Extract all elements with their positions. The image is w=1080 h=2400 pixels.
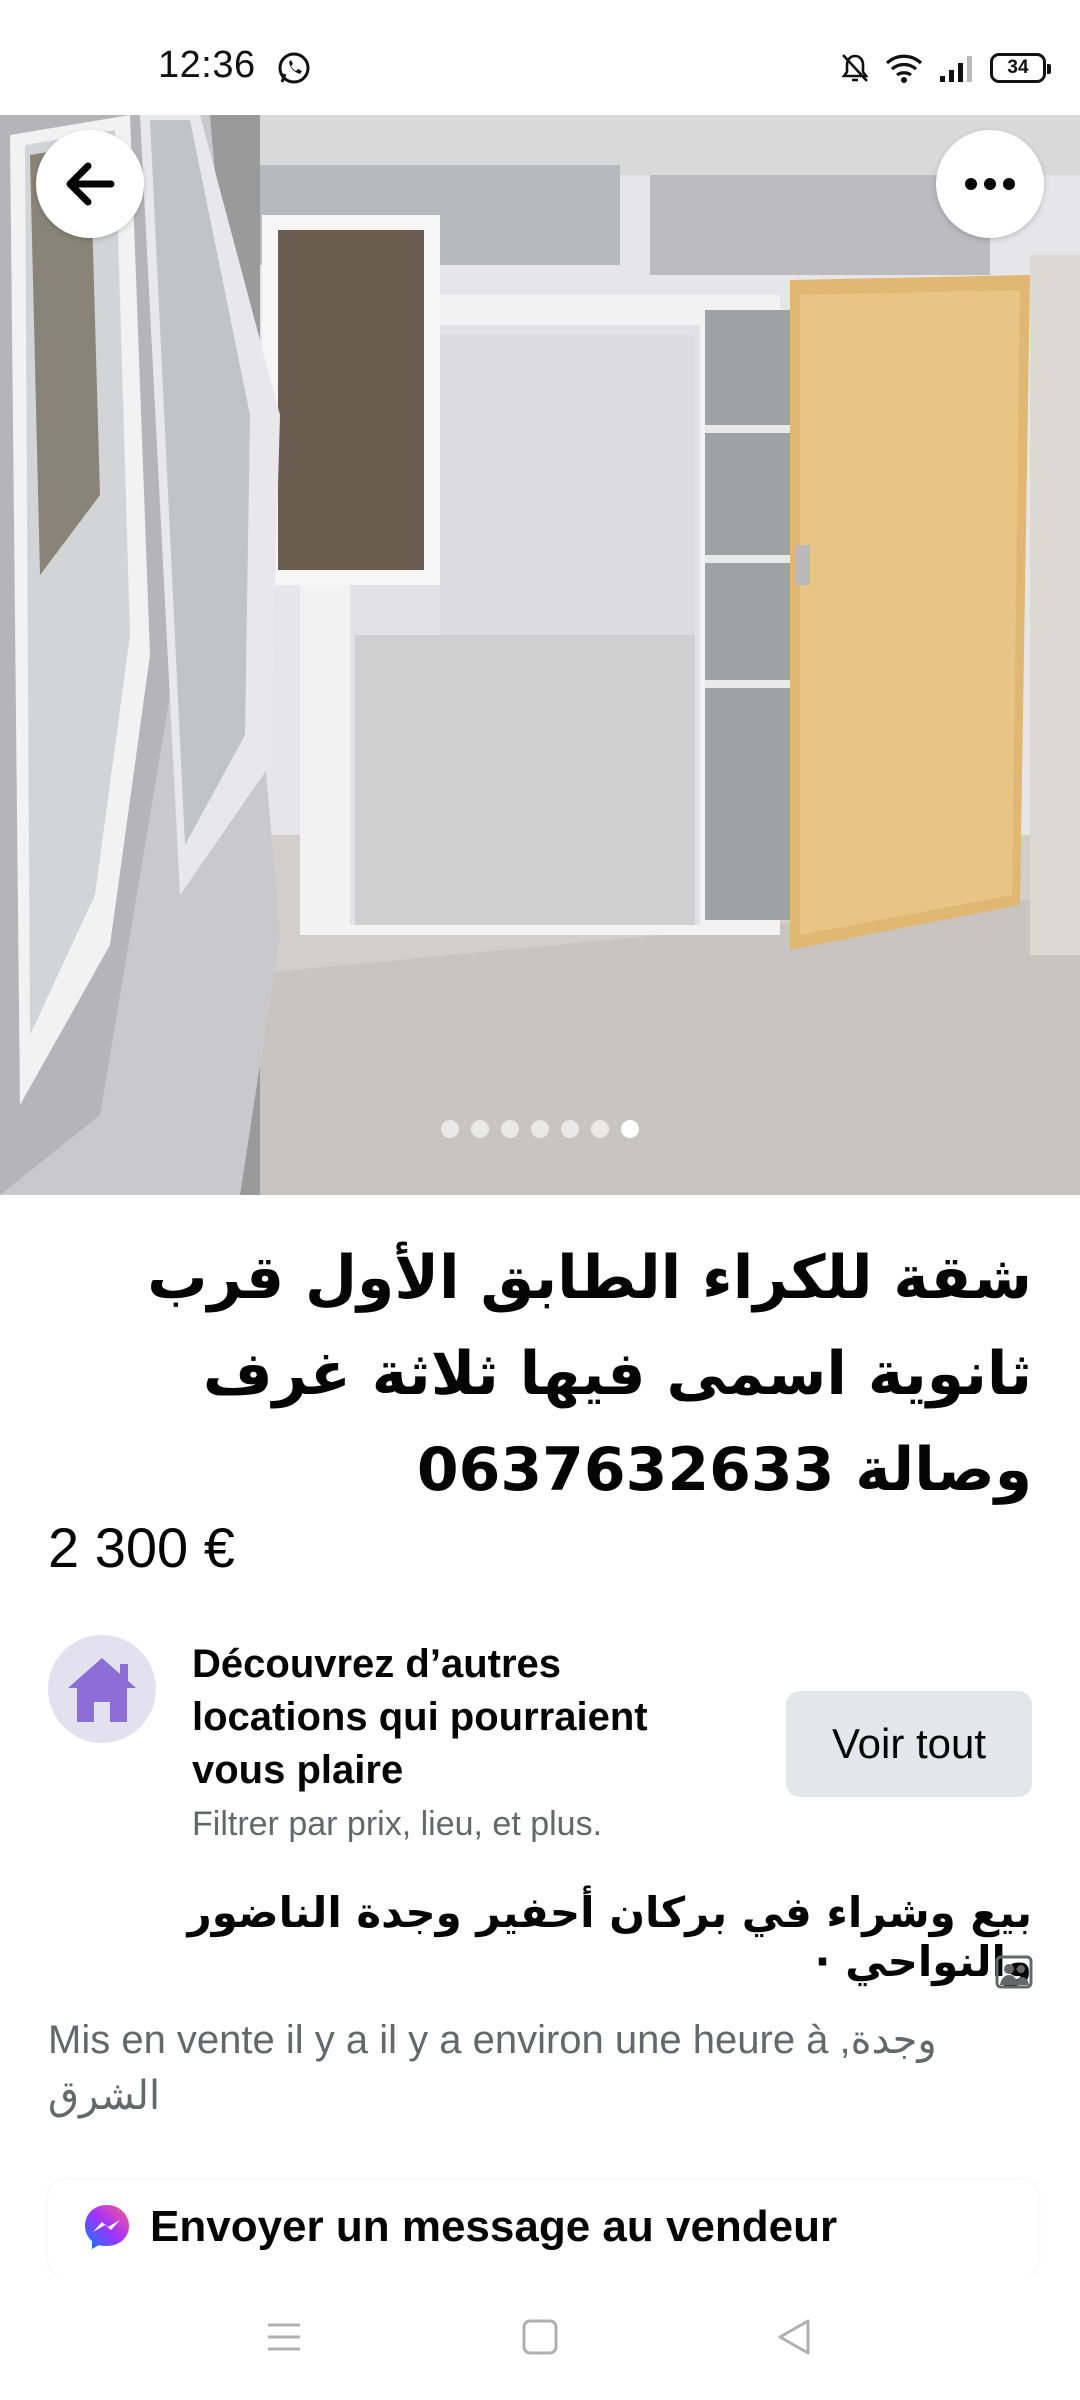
listing-price: 2 300 € [48, 1516, 235, 1579]
listing-title: شقة للكراء الطابق الأول قرب ثانوية اسمى … [147, 1243, 1032, 1505]
status-time: 12:36 [158, 44, 256, 86]
listing-photo[interactable] [0, 115, 1080, 1195]
group-name[interactable]: بيع وشراء في بركان أحفير وجدة الناضور وا… [32, 1888, 1032, 1986]
photo-pagination [0, 1120, 1080, 1138]
discover-subtitle: Filtrer par prix, lieu, et plus. [192, 1805, 603, 1843]
group-icon [995, 1955, 1033, 1989]
message-seller-button[interactable]: Envoyer un message au vendeur [48, 2180, 1038, 2276]
pagination-dot[interactable] [471, 1120, 489, 1138]
battery-level: 34 [1007, 57, 1029, 78]
messenger-icon [85, 2205, 129, 2249]
mute-notifications-icon [841, 54, 869, 82]
see-all-button[interactable]: Voir tout [786, 1691, 1032, 1797]
apartment-room-image [0, 115, 1080, 1195]
whatsapp-icon [278, 52, 310, 84]
discover-card: Découvrez d’autres locations qui pourrai… [48, 1632, 1032, 1852]
house-avatar [48, 1635, 156, 1743]
house-icon [68, 1658, 136, 1722]
pagination-dot[interactable] [591, 1120, 609, 1138]
system-nav-bar [0, 2275, 1080, 2400]
status-bar: 12:36 34 [0, 0, 1080, 115]
message-seller-label: Envoyer un message au vendeur [150, 2202, 838, 2251]
home-icon[interactable] [518, 2315, 562, 2359]
pagination-dot[interactable] [501, 1120, 519, 1138]
discover-title: Découvrez d’autres locations qui pourrai… [192, 1642, 648, 1792]
more-options-button[interactable] [936, 130, 1044, 238]
back-button[interactable] [36, 130, 144, 238]
pagination-dot[interactable] [531, 1120, 549, 1138]
wifi-icon [885, 54, 923, 83]
battery-icon: 34 [990, 53, 1051, 83]
pagination-dot-active[interactable] [621, 1120, 639, 1138]
pagination-dot[interactable] [441, 1120, 459, 1138]
arrow-left-icon [66, 162, 115, 206]
signal-icon [940, 56, 972, 82]
back-triangle-icon[interactable] [772, 2315, 816, 2359]
more-horizontal-icon [965, 178, 1015, 190]
recent-apps-icon[interactable] [262, 2315, 306, 2359]
status-icons: 34 [840, 50, 1051, 86]
listed-time-location: Mis en vente il y a il y a environ une h… [48, 2018, 937, 2118]
pagination-dot[interactable] [561, 1120, 579, 1138]
